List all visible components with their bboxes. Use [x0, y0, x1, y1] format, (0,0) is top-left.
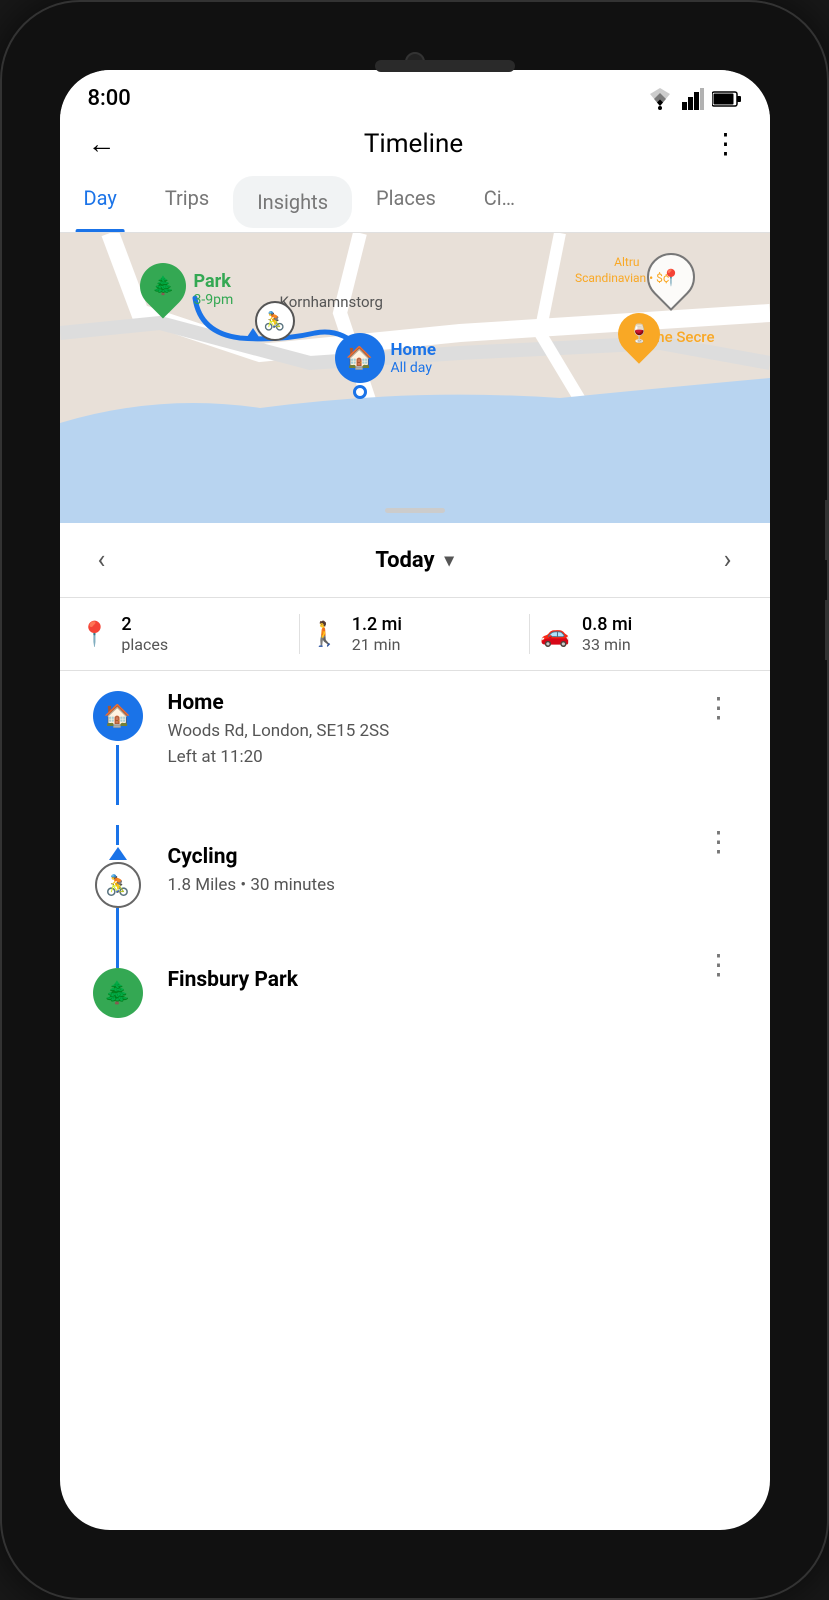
cycling-detail: 1.8 Miles • 30 minutes [168, 873, 677, 899]
stats-bar: 📍 2 places 🚶 1.2 mi 21 min 🚗 0.8 mi [60, 598, 770, 671]
places-icon: 📍 [80, 620, 110, 648]
route-arrow [245, 328, 261, 340]
finsbury-icon: 🌲 [93, 968, 143, 1018]
current-date: Today [375, 548, 434, 573]
drag-handle[interactable] [385, 508, 445, 513]
home-time: All day [391, 360, 437, 376]
finsbury-content: Finsbury Park [148, 948, 697, 1016]
walking-icon: 🚶 [310, 620, 340, 648]
park-label: Park 3-9pm [194, 271, 234, 308]
date-nav: ‹ Today ▾ › [60, 523, 770, 598]
finsbury-left: 🌲 [88, 948, 148, 1018]
cycling-content: Cycling 1.8 Miles • 30 minutes [148, 825, 697, 948]
timeline-left-home: 🏠 [88, 691, 148, 805]
park-time: 3-9pm [194, 292, 234, 308]
altru-label: Altru [614, 255, 639, 269]
tab-cities[interactable]: Ci… [460, 172, 539, 232]
stat-places: 📍 2 places [80, 614, 289, 654]
cycling-more-button[interactable]: ⋮ [697, 825, 742, 948]
tabs: Day Trips Insights Places Ci… [60, 172, 770, 233]
home-place-icon: 🏠 [93, 691, 143, 741]
stat-driving: 🚗 0.8 mi 33 min [540, 614, 749, 654]
phone-btn-right2 [825, 600, 829, 660]
walk-distance: 1.2 mi [352, 614, 402, 635]
secret-label: The Secre [647, 328, 714, 346]
map-area[interactable]: 🌲 Park 3-9pm Kornhamnstorg 🚴 [60, 233, 770, 523]
driving-icon: 🚗 [540, 620, 570, 648]
places-count: 2 [121, 614, 168, 635]
scandinavian-label: Scandinavian • $¢ [575, 271, 670, 285]
status-bar: 8:00 [60, 70, 770, 119]
phone-speaker [375, 60, 515, 72]
prev-day-button[interactable]: ‹ [88, 541, 116, 579]
drive-distance: 0.8 mi [582, 614, 632, 635]
home-address: Woods Rd, London, SE15 2SS [168, 719, 697, 745]
places-label: places [121, 635, 168, 654]
cycling-map-icon: 🚴 [255, 301, 295, 341]
home-more-button[interactable]: ⋮ [697, 691, 742, 805]
date-chevron-icon: ▾ [445, 550, 454, 571]
status-icons [646, 88, 742, 110]
screen: 8:00 [60, 70, 770, 1530]
stat-divider-2 [529, 614, 530, 654]
timeline-item-cycling: 🚴 Cycling 1.8 Miles • 30 minutes ⋮ [60, 825, 770, 948]
timeline-content-home: Home Woods Rd, London, SE15 2SS Left at … [148, 691, 697, 805]
tab-insights[interactable]: Insights [233, 176, 352, 228]
tab-trips[interactable]: Trips [141, 172, 233, 232]
tab-day[interactable]: Day [60, 172, 141, 232]
top-bar: ← Timeline ⋮ [60, 119, 770, 172]
finsbury-line-top [116, 948, 119, 968]
back-button[interactable]: ← [88, 127, 116, 160]
more-button[interactable]: ⋮ [712, 127, 742, 160]
page-title: Timeline [364, 129, 463, 159]
park-pin: 🌲 Park 3-9pm [140, 263, 234, 315]
cycling-line-top [116, 825, 119, 845]
home-label: Home [391, 340, 437, 360]
park-name: Park [194, 271, 234, 292]
map-background: 🌲 Park 3-9pm Kornhamnstorg 🚴 [60, 233, 770, 523]
cycling-triangle-icon [109, 847, 127, 860]
cycling-line-bottom [116, 908, 119, 948]
timeline-item-home: 🏠 Home Woods Rd, London, SE15 2SS Left a… [60, 671, 770, 825]
stat-walking: 🚶 1.2 mi 21 min [310, 614, 519, 654]
cycling-left: 🚴 [88, 825, 148, 948]
drive-time: 33 min [582, 635, 632, 654]
phone-frame: 8:00 [0, 0, 829, 1600]
status-time: 8:00 [88, 86, 131, 111]
timeline-line-home [116, 745, 119, 805]
wifi-icon [646, 88, 674, 110]
walk-time: 21 min [352, 635, 402, 654]
finsbury-title: Finsbury Park [168, 968, 677, 992]
next-day-button[interactable]: › [714, 541, 742, 579]
finsbury-more-button[interactable]: ⋮ [697, 948, 742, 981]
timeline-item-finsbury: 🌲 Finsbury Park ⋮ [60, 948, 770, 1038]
cycling-transport-icon: 🚴 [95, 862, 141, 908]
date-label[interactable]: Today ▾ [375, 548, 453, 573]
home-title: Home [168, 691, 697, 715]
signal-icon [682, 88, 704, 110]
kornhamnstorg-label: Kornhamnstorg [280, 293, 383, 311]
cycling-title: Cycling [168, 845, 677, 869]
phone-btn-right [825, 500, 829, 560]
tab-places[interactable]: Places [352, 172, 460, 232]
battery-icon [712, 90, 742, 108]
timeline-list: 🏠 Home Woods Rd, London, SE15 2SS Left a… [60, 671, 770, 1530]
home-pin: 🏠 Home All day [335, 333, 437, 399]
stat-divider-1 [299, 614, 300, 654]
home-detail: Left at 11:20 [168, 745, 697, 771]
